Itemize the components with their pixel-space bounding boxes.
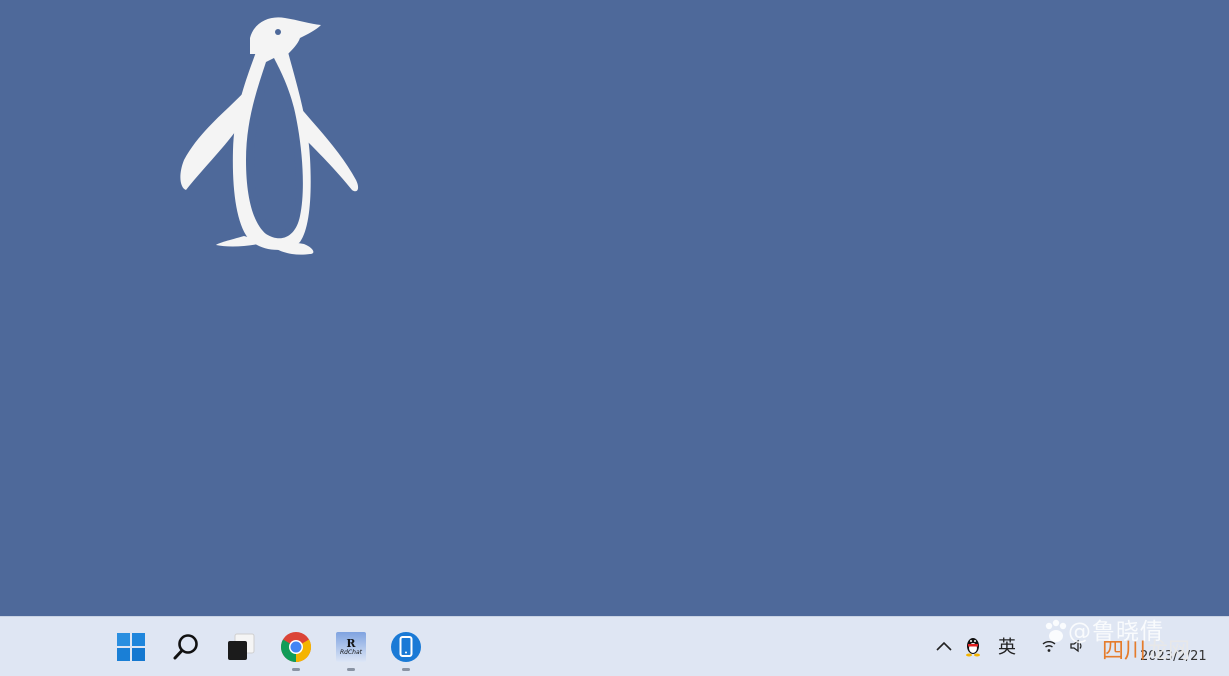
phone-link-icon xyxy=(391,632,421,662)
rdchat-icon: R RdChat xyxy=(336,632,366,662)
windows-logo-icon xyxy=(117,633,145,661)
penguin-wallpaper-image xyxy=(180,17,359,255)
chrome-icon xyxy=(280,632,312,662)
chrome-app-button[interactable] xyxy=(278,629,314,671)
task-view-icon xyxy=(228,633,255,660)
running-indicator xyxy=(402,668,410,671)
qq-tray-button[interactable] xyxy=(962,628,984,664)
watermark-site: 四川龙网 xyxy=(1102,633,1190,665)
search-icon xyxy=(173,634,198,660)
search-button[interactable] xyxy=(168,629,204,665)
rdchat-app-button[interactable]: R RdChat xyxy=(333,629,369,671)
input-method-indicator[interactable]: 英 xyxy=(998,633,1016,659)
task-view-button[interactable] xyxy=(223,629,259,665)
rdchat-icon-text: RdChat xyxy=(340,648,362,656)
phone-link-app-button[interactable] xyxy=(388,629,424,671)
running-indicator xyxy=(347,668,355,671)
start-button[interactable] xyxy=(113,629,149,665)
watermark-site-highlight: 四川 xyxy=(1102,639,1147,664)
watermark-site-rest: 龙网 xyxy=(1146,639,1191,664)
penguin-icon xyxy=(966,638,980,657)
running-indicator xyxy=(292,668,300,671)
rdchat-icon-letter: R xyxy=(346,636,356,650)
desktop[interactable] xyxy=(0,0,1229,616)
show-hidden-icons-button[interactable] xyxy=(934,628,954,664)
chevron-up-icon xyxy=(936,641,952,651)
